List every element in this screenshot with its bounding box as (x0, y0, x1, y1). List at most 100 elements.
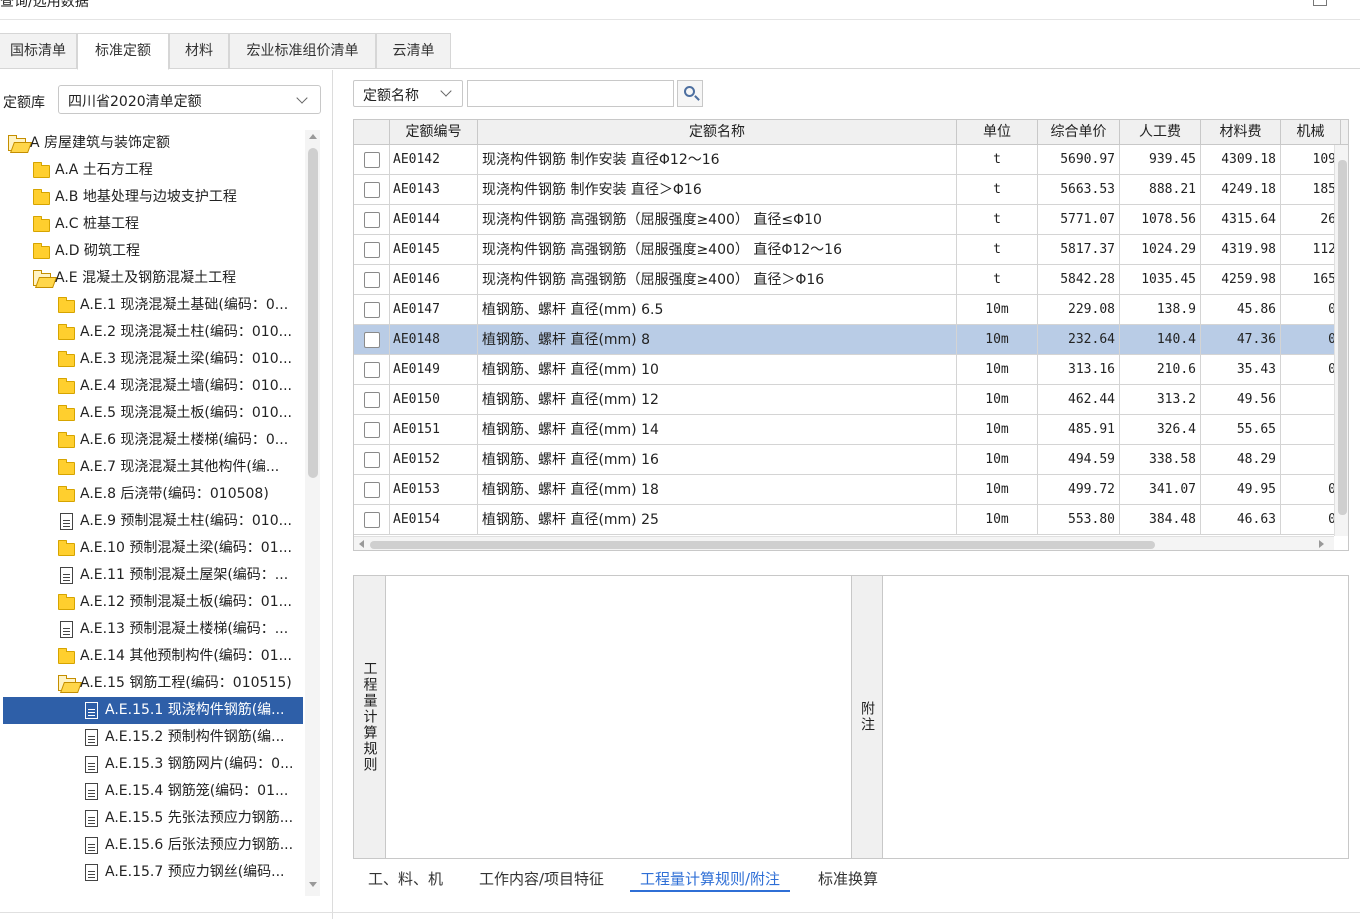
tree-item[interactable]: A.E.11 预制混凝土屋架(编码：... (0, 562, 304, 589)
tab-materials[interactable]: 材料 (169, 33, 229, 69)
tree-scrollbar[interactable] (305, 130, 320, 896)
table-row[interactable]: AE0142 现浇构件钢筋 制作安装 直径Φ12～16 t 5690.97 939.45… (354, 145, 1341, 175)
col-price-header[interactable]: 综合单价 (1038, 120, 1120, 145)
library-select[interactable]: 四川省2020清单定额 (58, 85, 321, 114)
table-hscrollbar-thumb[interactable] (370, 541, 1155, 549)
row-checkbox[interactable] (364, 422, 380, 438)
row-checkbox[interactable] (364, 212, 380, 228)
table-hscrollbar[interactable] (354, 536, 1334, 550)
col-machine-header[interactable]: 机械 (1281, 120, 1341, 145)
row-checkbox[interactable] (364, 452, 380, 468)
search-field-select[interactable]: 定额名称 (353, 80, 463, 107)
table-row[interactable]: AE0153 植钢筋、螺杆 直径(mm) 18 10m 499.72 341.07 49.… (354, 475, 1341, 505)
table-vscrollbar-thumb[interactable] (1338, 160, 1347, 515)
row-checkbox[interactable] (364, 302, 380, 318)
tree-item[interactable]: A.B 地基处理与边坡支护工程 (0, 184, 304, 211)
tree-item[interactable]: A.D 砌筑工程 (0, 238, 304, 265)
tree-item-label: A.D 砌筑工程 (55, 243, 141, 259)
tree-item[interactable]: A.E.15.1 现浇构件钢筋(编... (3, 697, 303, 724)
tree-item[interactable]: A.E.15.5 先张法预应力钢筋... (0, 805, 304, 832)
tab-standard-quota[interactable]: 标准定额 (77, 33, 169, 70)
tree-item[interactable]: A.E 混凝土及钢筋混凝土工程 (0, 265, 304, 292)
row-checkbox[interactable] (364, 332, 380, 348)
tree-item[interactable]: A.E.8 后浇带(编码：010508) (0, 481, 304, 508)
search-icon (684, 86, 695, 97)
row-checkbox[interactable] (364, 272, 380, 288)
table-row[interactable]: AE0143 现浇构件钢筋 制作安装 直径＞Φ16 t 5663.53 888.21 42… (354, 175, 1341, 205)
table-row[interactable]: AE0151 植钢筋、螺杆 直径(mm) 14 10m 485.91 326.4 55.6… (354, 415, 1341, 445)
tree-item[interactable]: A.E.15.3 钢筋网片(编码：0... (0, 751, 304, 778)
col-name-header[interactable]: 定额名称 (478, 120, 957, 145)
notes-content[interactable] (884, 576, 1348, 858)
table-row[interactable]: AE0150 植钢筋、螺杆 直径(mm) 12 10m 462.44 313.2 49.5… (354, 385, 1341, 415)
tree-item[interactable]: A.E.3 现浇混凝土梁(编码：010... (0, 346, 304, 373)
tree-item[interactable]: A.E.10 预制混凝土梁(编码：01... (0, 535, 304, 562)
table-row[interactable]: AE0154 植钢筋、螺杆 直径(mm) 25 10m 553.80 384.48 46.… (354, 505, 1341, 535)
cell-unit: 10m (957, 415, 1038, 445)
col-code-header[interactable]: 定额编号 (390, 120, 478, 145)
table-row[interactable]: AE0148 植钢筋、螺杆 直径(mm) 8 10m 232.64 140.4 47.36… (354, 325, 1341, 355)
tree-item[interactable]: A.E.15.2 预制构件钢筋(编... (0, 724, 304, 751)
row-checkbox[interactable] (364, 482, 380, 498)
tree-item[interactable]: A.E.12 预制混凝土板(编码：01... (0, 589, 304, 616)
table-row[interactable]: AE0146 现浇构件钢筋 高强钢筋（屈服强度≥400） 直径＞Φ16 t 5842.… (354, 265, 1341, 295)
tree-item[interactable]: A.E.14 其他预制构件(编码：01... (0, 643, 304, 670)
row-checkbox[interactable] (364, 182, 380, 198)
tree-item[interactable]: A.E.9 预制混凝土柱(编码：010... (0, 508, 304, 535)
row-checkbox[interactable] (364, 242, 380, 258)
col-material-header[interactable]: 材料费 (1201, 120, 1281, 145)
scroll-down-icon[interactable] (309, 882, 317, 887)
tree-item-label: A.E.15.2 预制构件钢筋(编... (105, 729, 285, 745)
col-labor-header[interactable]: 人工费 (1120, 120, 1201, 145)
notes-label-box: 附注 (851, 576, 883, 858)
tree-item[interactable]: A.A 土石方工程 (0, 157, 304, 184)
tree-item[interactable]: A.E.13 预制混凝土楼梯(编码：... (0, 616, 304, 643)
table-row[interactable]: AE0144 现浇构件钢筋 高强钢筋（屈服强度≥400） 直径≤Φ10 t 5771.… (354, 205, 1341, 235)
folder-open-icon (8, 135, 26, 151)
tree-item[interactable]: A.E.15.7 预应力钢丝(编码... (0, 859, 304, 886)
tree-item[interactable]: A 房屋建筑与装饰定额 (0, 130, 304, 157)
tree-item[interactable]: A.E.15.4 钢筋笼(编码：01... (0, 778, 304, 805)
cell-checkbox (354, 265, 390, 295)
tree-item[interactable]: A.E.15.6 后张法预应力钢筋... (0, 832, 304, 859)
cell-code: AE0153 (390, 475, 478, 505)
tree-item[interactable]: A.E.15 钢筋工程(编码：010515) (0, 670, 304, 697)
scroll-up-icon[interactable] (309, 134, 317, 139)
scroll-left-icon[interactable] (359, 540, 364, 548)
tree-item[interactable]: A.E.5 现浇混凝土板(编码：010... (0, 400, 304, 427)
tree-item[interactable]: A.E.2 现浇混凝土柱(编码：010... (0, 319, 304, 346)
table-row[interactable]: AE0149 植钢筋、螺杆 直径(mm) 10 10m 313.16 210.6 35.4… (354, 355, 1341, 385)
table-row[interactable]: AE0152 植钢筋、螺杆 直径(mm) 16 10m 494.59 338.58 48.… (354, 445, 1341, 475)
tab-hongye-bill[interactable]: 宏业标准组价清单 (229, 33, 376, 69)
tab-national-bill[interactable]: 国标清单 (0, 33, 77, 69)
tree-item[interactable]: A.C 桩基工程 (0, 211, 304, 238)
tab-calc-rules[interactable]: 工程量计算规则/附注 (630, 868, 791, 892)
document-icon (85, 756, 98, 773)
scroll-right-icon[interactable] (1319, 540, 1324, 548)
search-button[interactable] (677, 80, 703, 107)
tree-item[interactable]: A.E.7 现浇混凝土其他构件(编... (0, 454, 304, 481)
tree-scrollbar-thumb[interactable] (308, 148, 318, 478)
row-checkbox[interactable] (364, 392, 380, 408)
maximize-icon[interactable] (1313, 0, 1327, 6)
table-row[interactable]: AE0145 现浇构件钢筋 高强钢筋（屈服强度≥400） 直径Φ12～16 t 581… (354, 235, 1341, 265)
tab-work-content[interactable]: 工作内容/项目特征 (479, 868, 604, 892)
col-unit-header[interactable]: 单位 (957, 120, 1038, 145)
tree-item-label: A.E.6 现浇混凝土楼梯(编码：0... (80, 432, 289, 448)
tab-labor-material-machine[interactable]: 工、料、机 (368, 868, 443, 892)
row-checkbox[interactable] (364, 152, 380, 168)
table-row[interactable]: AE0147 植钢筋、螺杆 直径(mm) 6.5 10m 229.08 138.9 45.… (354, 295, 1341, 325)
tree-item[interactable]: A.E.4 现浇混凝土墙(编码：010... (0, 373, 304, 400)
cell-labor: 326.4 (1120, 415, 1201, 445)
tree-item[interactable]: A.E.6 现浇混凝土楼梯(编码：0... (0, 427, 304, 454)
tree-item[interactable]: A.E.1 现浇混凝土基础(编码：0... (0, 292, 304, 319)
tab-standard-conversion[interactable]: 标准换算 (818, 868, 878, 892)
tab-cloud-bill[interactable]: 云清单 (376, 33, 451, 69)
search-input[interactable] (467, 80, 674, 107)
rules-content[interactable] (387, 576, 851, 858)
row-checkbox[interactable] (364, 362, 380, 378)
table-vscrollbar[interactable] (1334, 145, 1348, 536)
row-checkbox[interactable] (364, 512, 380, 528)
tree-item-label: A.E.13 预制混凝土楼梯(编码：... (80, 621, 289, 637)
cell-labor: 313.2 (1120, 385, 1201, 415)
